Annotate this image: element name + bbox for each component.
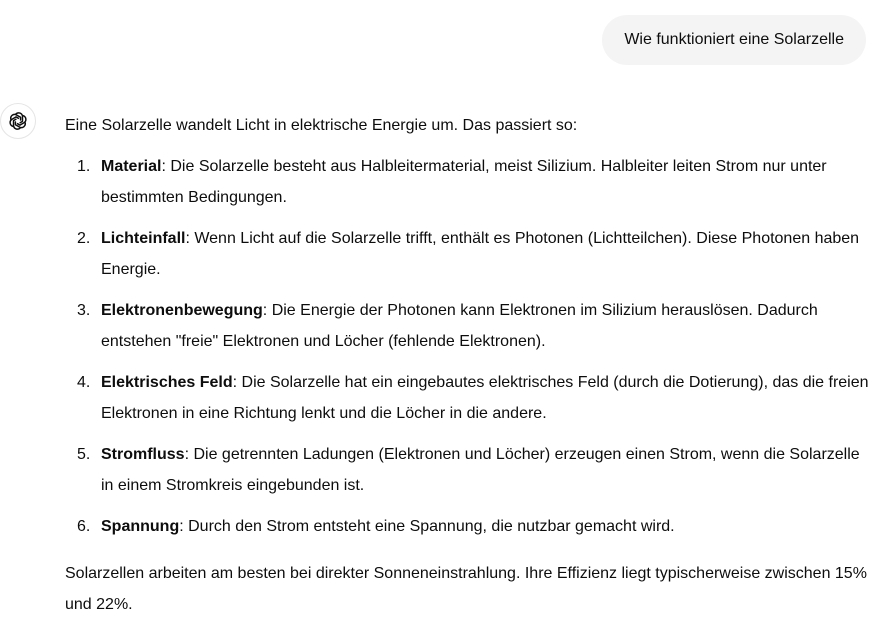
list-item-term: Material (101, 158, 162, 175)
user-message-text: Wie funktioniert eine Solarzelle (624, 31, 844, 48)
list-item-text: : Wenn Licht auf die Solarzelle trifft, … (101, 230, 860, 278)
list-item-text: : Die getrennten Ladungen (Elektronen un… (101, 446, 860, 494)
list-item-text: : Die Solarzelle besteht aus Halbleiterm… (101, 158, 827, 206)
list-item-number: 5. (77, 446, 91, 463)
answer-intro: Eine Solarzelle wandelt Licht in elektri… (65, 117, 578, 134)
chat-conversation: Wie funktioniert eine Solarzelle Eine So… (0, 0, 878, 621)
assistant-message: Eine Solarzelle wandelt Licht in elektri… (65, 110, 871, 620)
list-item-number: 1. (77, 158, 91, 175)
list-item-number: 4. (77, 374, 91, 391)
list-item-term: Lichteinfall (101, 230, 186, 247)
list-item-term: Elektronenbewegung (101, 302, 263, 319)
assistant-avatar (0, 103, 36, 139)
list-item: 6. Spannung: Durch den Strom entsteht ei… (65, 511, 871, 542)
list-item-term: Stromfluss (101, 446, 185, 463)
list-item-term: Spannung (101, 518, 180, 535)
list-item-number: 6. (77, 518, 91, 535)
list-item: 2. Lichteinfall: Wenn Licht auf die Sola… (65, 223, 871, 285)
list-item: 5. Stromfluss: Die getrennten Ladungen (… (65, 439, 871, 501)
list-item: 1. Material: Die Solarzelle besteht aus … (65, 151, 871, 213)
list-item-term: Elektrisches Feld (101, 374, 233, 391)
list-item: 4. Elektrisches Feld: Die Solarzelle hat… (65, 367, 871, 429)
user-message-bubble: Wie funktioniert eine Solarzelle (602, 15, 866, 65)
steps-list: 1. Material: Die Solarzelle besteht aus … (65, 151, 871, 542)
list-item-text: : Durch den Strom entsteht eine Spannung… (179, 518, 675, 535)
list-item-number: 2. (77, 230, 91, 247)
answer-outro: Solarzellen arbeiten am besten bei direk… (65, 565, 867, 613)
list-item-number: 3. (77, 302, 91, 319)
list-item: 3. Elektronenbewegung: Die Energie der P… (65, 295, 871, 357)
openai-logo-icon (7, 110, 29, 132)
